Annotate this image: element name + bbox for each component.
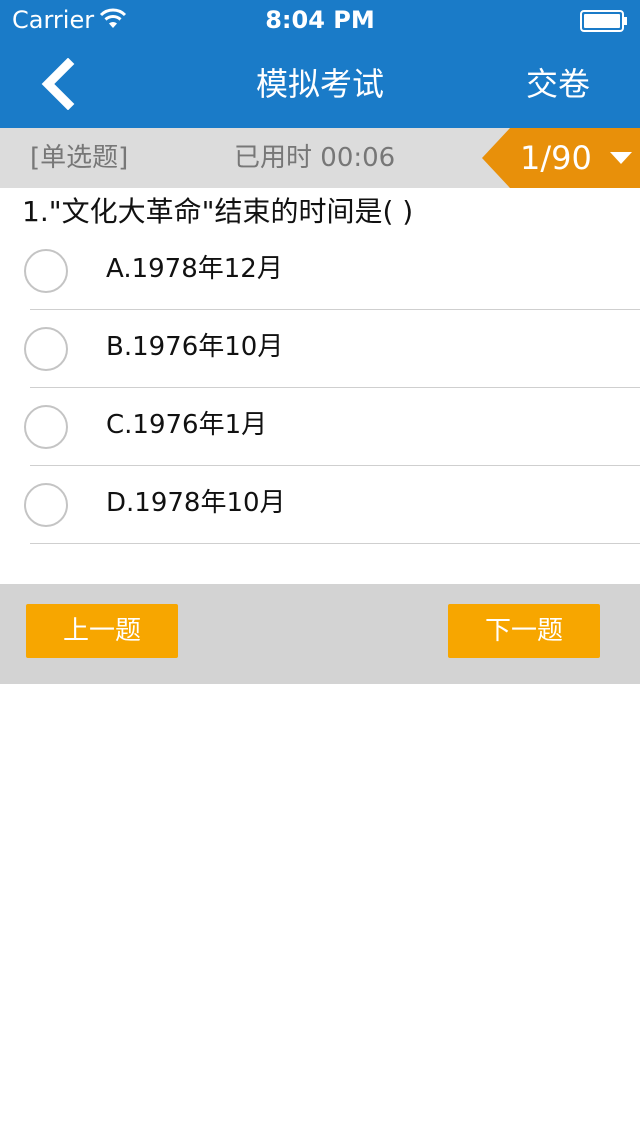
- radio-empty-icon[interactable]: [24, 327, 68, 371]
- radio-empty-icon[interactable]: [24, 483, 68, 527]
- battery-icon: [580, 10, 628, 32]
- submit-exam-button[interactable]: 交卷: [506, 60, 610, 108]
- question-text: 1."文化大革命"结束的时间是( ): [22, 195, 414, 228]
- option-c[interactable]: C.1976年1月: [0, 388, 640, 466]
- radio-empty-icon[interactable]: [24, 249, 68, 293]
- question-type-label: [单选题]: [30, 143, 129, 173]
- timer-label: 已用时: [234, 143, 313, 173]
- question-navigation-bar: 上一题 下一题: [0, 584, 640, 684]
- option-d[interactable]: D.1978年10月: [0, 466, 640, 544]
- back-button[interactable]: [30, 58, 86, 110]
- header: Carrier 8:04 PM 模拟考试 交卷: [0, 0, 640, 128]
- radio-empty-icon[interactable]: [24, 405, 68, 449]
- status-time: 8:04 PM: [265, 6, 375, 34]
- option-label: B.1976年10月: [106, 332, 284, 362]
- previous-question-button[interactable]: 上一题: [26, 604, 178, 658]
- nav-bar: 模拟考试 交卷: [0, 40, 640, 128]
- caret-down-icon: [610, 152, 632, 166]
- divider: [30, 543, 640, 544]
- chevron-left-icon: [30, 58, 86, 110]
- option-label: C.1976年1月: [106, 410, 268, 440]
- elapsed-timer: 已用时 00:06: [234, 142, 395, 174]
- page-title: 模拟考试: [255, 65, 384, 103]
- option-label: A.1978年12月: [106, 254, 283, 284]
- option-a[interactable]: A.1978年12月: [0, 232, 640, 310]
- timer-value: 00:06: [320, 143, 396, 173]
- status-bar: Carrier 8:04 PM: [0, 0, 640, 40]
- option-label: D.1978年10月: [106, 488, 286, 518]
- next-question-button[interactable]: 下一题: [448, 604, 600, 658]
- question-progress-selector[interactable]: 1/90: [482, 128, 640, 188]
- progress-indicator: 1/90: [520, 139, 592, 177]
- option-b[interactable]: B.1976年10月: [0, 310, 640, 388]
